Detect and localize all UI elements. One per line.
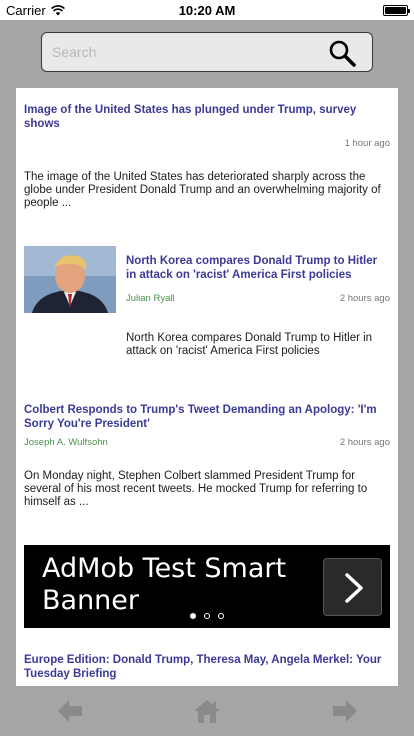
- article-headline[interactable]: Image of the United States has plunged u…: [24, 103, 390, 131]
- article-author: Joseph A. Wulfsohn: [24, 437, 108, 448]
- article-time: 2 hours ago: [339, 437, 390, 448]
- news-item[interactable]: Colbert Responds to Trump's Tweet Demand…: [24, 403, 390, 508]
- status-bar: Carrier 10:20 AM: [0, 0, 414, 20]
- forward-arrow-icon[interactable]: [331, 698, 359, 724]
- news-item[interactable]: Image of the United States has plunged u…: [24, 103, 390, 209]
- ad-dot[interactable]: [190, 613, 196, 619]
- article-excerpt: North Korea compares Donald Trump to Hit…: [126, 332, 373, 357]
- search-icon[interactable]: [328, 39, 356, 67]
- back-arrow-icon[interactable]: [56, 698, 84, 724]
- article-excerpt: On Monday night, Stephen Colbert slammed…: [24, 470, 368, 508]
- article-headline[interactable]: Colbert Responds to Trump's Tweet Demand…: [24, 403, 390, 431]
- article-time: 1 hour ago: [344, 138, 390, 149]
- ad-banner[interactable]: AdMob Test Smart Banner: [24, 545, 390, 628]
- article-thumbnail[interactable]: [24, 246, 116, 313]
- bottom-toolbar: [0, 686, 414, 736]
- article-headline[interactable]: Europe Edition: Donald Trump, Theresa Ma…: [24, 653, 390, 681]
- news-feed[interactable]: Image of the United States has plunged u…: [16, 88, 398, 686]
- battery-icon: [383, 5, 410, 16]
- status-time: 10:20 AM: [178, 3, 236, 18]
- ad-pagination-dots[interactable]: [24, 606, 390, 624]
- article-excerpt: The image of the United States has deter…: [24, 171, 381, 209]
- news-item[interactable]: Europe Edition: Donald Trump, Theresa Ma…: [24, 653, 390, 681]
- article-author: Julian Ryall: [126, 293, 175, 304]
- search-bar[interactable]: Search: [41, 32, 373, 72]
- article-headline[interactable]: North Korea compares Donald Trump to Hit…: [126, 254, 390, 282]
- ad-dot[interactable]: [218, 613, 224, 619]
- search-input[interactable]: Search: [52, 44, 96, 60]
- article-time: 2 hours ago: [339, 293, 390, 304]
- ad-dot[interactable]: [204, 613, 210, 619]
- portrait-photo: [24, 246, 116, 313]
- home-icon[interactable]: [193, 698, 221, 724]
